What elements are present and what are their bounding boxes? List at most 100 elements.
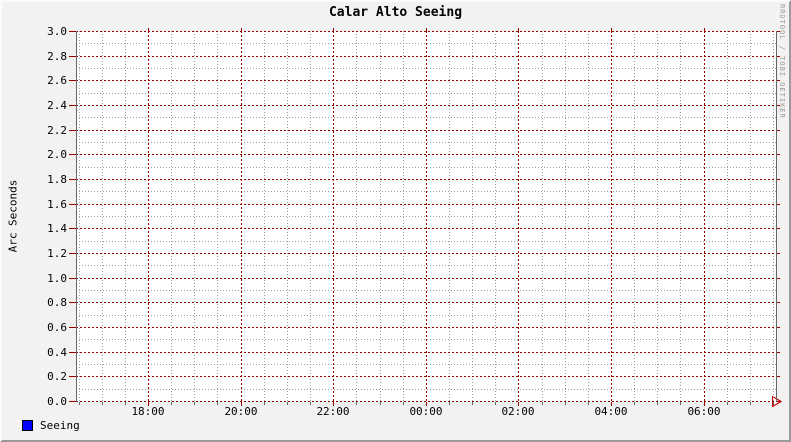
gridline-v-minor [403, 31, 404, 402]
gridline-h-major [76, 376, 776, 377]
rrdtool-graph: Calar Alto Seeing Arc Seconds RRDTOOL / … [0, 0, 791, 442]
chart-title: Calar Alto Seeing [328, 5, 463, 20]
gridline-v-minor [125, 31, 126, 402]
y-major-tick-left [69, 179, 76, 180]
gridline-h-major [76, 253, 776, 254]
x-tick-label: 06:00 [687, 405, 721, 418]
x-minor-tick [472, 402, 473, 405]
x-tick-label: 18:00 [131, 405, 165, 418]
y-tick-label: 1.0 [47, 272, 67, 285]
x-minor-tick [264, 402, 265, 405]
gridline-v-minor [310, 31, 311, 402]
x-tick-label: 00:00 [409, 405, 443, 418]
gridline-h-major [76, 179, 776, 180]
gridline-h-major [76, 228, 776, 229]
gridline-h-major [76, 154, 776, 155]
x-minor-tick [171, 402, 172, 405]
gridline-v-major [518, 31, 519, 402]
y-major-tick-left [69, 80, 76, 81]
x-minor-tick [449, 402, 450, 405]
x-minor-tick [217, 402, 218, 405]
x-minor-tick [542, 402, 543, 405]
y-major-tick-left [69, 302, 76, 303]
legend-label: Seeing [40, 419, 80, 432]
x-minor-tick [380, 402, 381, 405]
gridline-v-minor [472, 31, 473, 402]
x-minor-tick [565, 402, 566, 405]
y-major-tick-left [69, 31, 76, 32]
gridline-v-minor [542, 31, 543, 402]
y-major-tick-left [69, 352, 76, 353]
x-minor-tick [310, 402, 311, 405]
gridline-v-minor [356, 31, 357, 402]
y-tick-label: 1.6 [47, 198, 67, 211]
gridline-v-minor [449, 31, 450, 402]
gridline-h-major [76, 80, 776, 81]
gridline-v-minor [287, 31, 288, 402]
gridline-v-major [611, 31, 612, 402]
x-minor-tick [680, 402, 681, 405]
x-minor-tick [773, 402, 774, 405]
gridline-v-major [704, 31, 705, 402]
gridline-v-minor [495, 31, 496, 402]
gridline-h-major [76, 401, 776, 402]
x-tick-label: 02:00 [501, 405, 535, 418]
gridline-h-major [76, 31, 776, 32]
y-major-tick-left [69, 253, 76, 254]
x-minor-tick [727, 402, 728, 405]
gridline-h-major [76, 302, 776, 303]
gridline-h-major [76, 352, 776, 353]
x-minor-tick [194, 402, 195, 405]
x-minor-tick [79, 402, 80, 405]
x-minor-tick [634, 402, 635, 405]
gridline-h-major [76, 56, 776, 57]
y-tick-label: 1.2 [47, 247, 67, 260]
gridline-v-minor [657, 31, 658, 402]
x-minor-tick [750, 402, 751, 405]
y-major-tick-left [69, 105, 76, 106]
y-tick-label: 1.8 [47, 173, 67, 186]
y-tick-label: 0.0 [47, 395, 67, 408]
x-minor-tick [657, 402, 658, 405]
watermark-text: RRDTOOL / TOBI OETIKER [778, 4, 786, 119]
gridline-v-minor [380, 31, 381, 402]
gridline-v-minor [194, 31, 195, 402]
x-tick-label: 22:00 [316, 405, 350, 418]
y-tick-label: 2.2 [47, 124, 67, 137]
y-tick-label: 3.0 [47, 25, 67, 38]
gridline-v-major [426, 31, 427, 402]
right-frame-line [776, 31, 777, 402]
gridline-h-major [76, 278, 776, 279]
y-major-tick-left [69, 154, 76, 155]
gridline-v-minor [588, 31, 589, 402]
gridline-v-minor [264, 31, 265, 402]
y-tick-label: 0.2 [47, 370, 67, 383]
x-minor-tick [356, 402, 357, 405]
x-minor-tick [403, 402, 404, 405]
gridline-v-minor [680, 31, 681, 402]
y-tick-label: 2.0 [47, 148, 67, 161]
plot-area: 18:00 20:00 22:00 00:00 02:00 04:00 06:00 0.0 0.… [47, 25, 782, 418]
x-tick-label: 04:00 [594, 405, 628, 418]
y-major-tick-left [69, 56, 76, 57]
gridline-h-major [76, 327, 776, 328]
y-tick-label: 0.4 [47, 346, 67, 359]
y-major-tick-left [69, 376, 76, 377]
gridline-v-minor [773, 31, 774, 402]
x-minor-tick [588, 402, 589, 405]
gridline-h-major [76, 105, 776, 106]
y-tick-label: 0.6 [47, 321, 67, 334]
y-major-tick-left [69, 204, 76, 205]
gridline-v-major [148, 31, 149, 402]
y-tick-label: 2.8 [47, 50, 67, 63]
x-minor-tick [287, 402, 288, 405]
y-tick-label: 2.6 [47, 74, 67, 87]
gridline-v-minor [79, 31, 80, 402]
y-tick-label: 2.4 [47, 99, 67, 112]
gridline-v-minor [727, 31, 728, 402]
x-minor-tick [495, 402, 496, 405]
y-major-tick-left [69, 327, 76, 328]
gridline-h-major [76, 204, 776, 205]
x-minor-tick [125, 402, 126, 405]
gridline-v-minor [102, 31, 103, 402]
